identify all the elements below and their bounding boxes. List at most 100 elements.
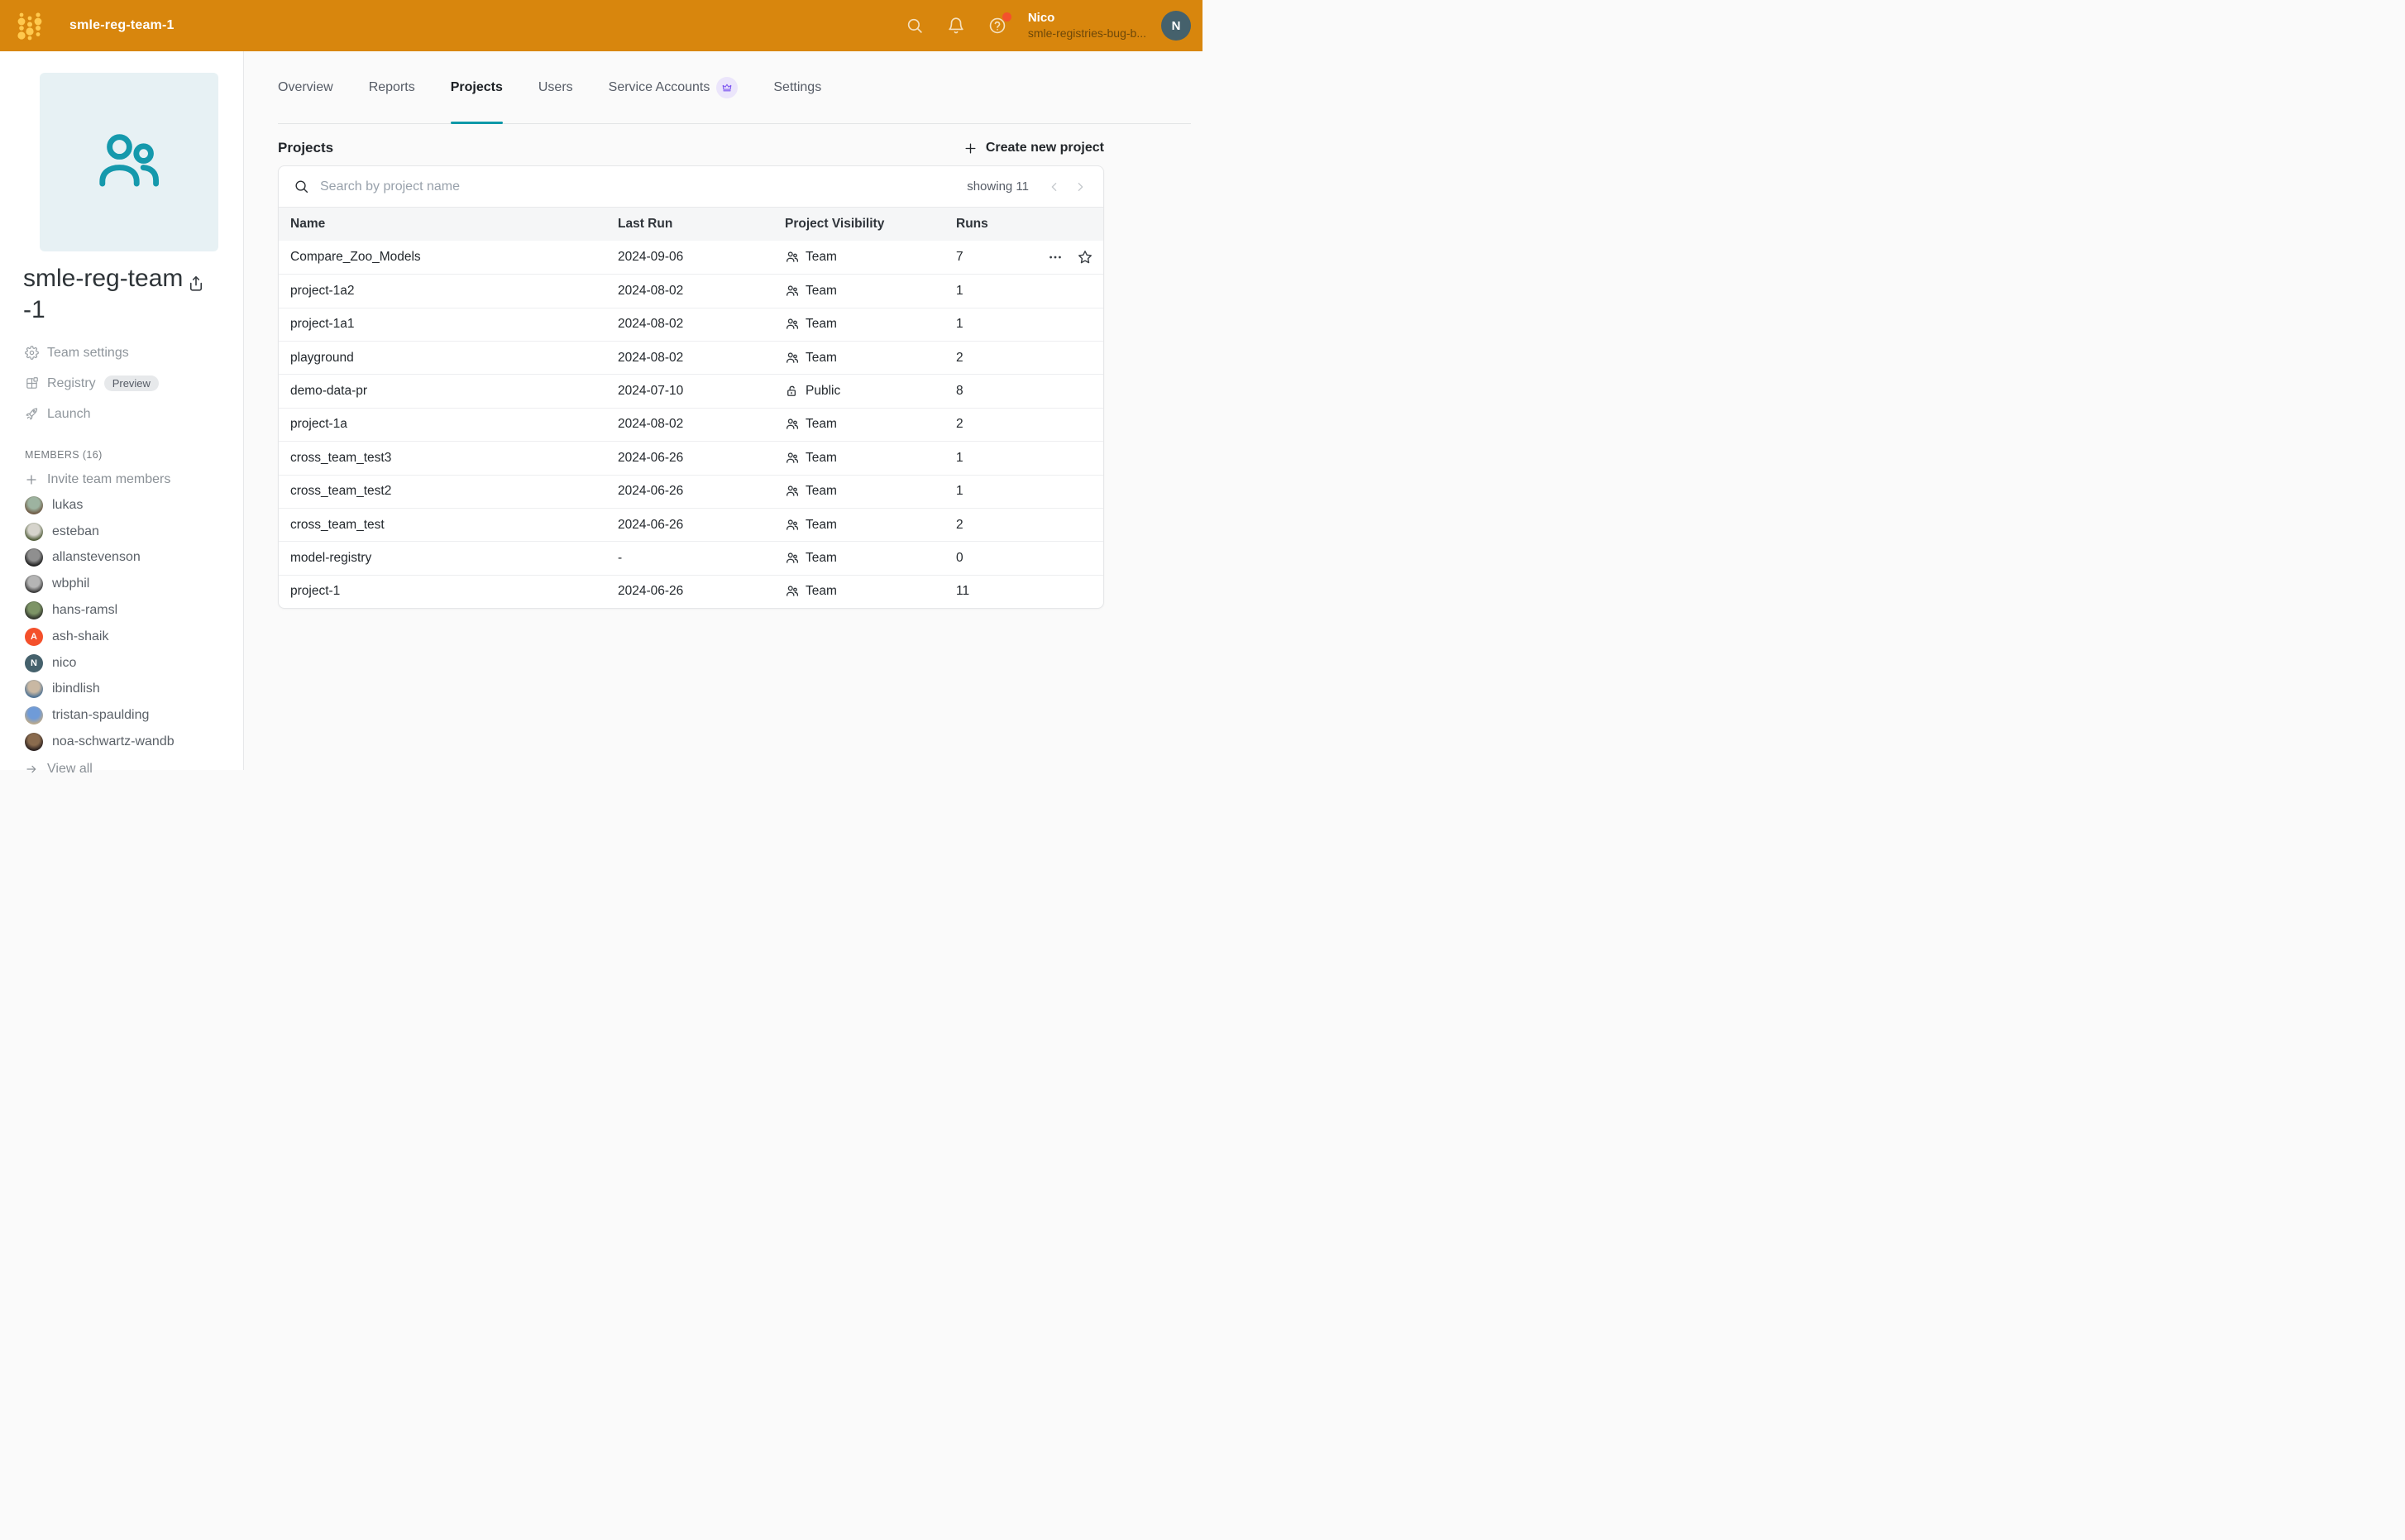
registry-icon [25, 376, 39, 390]
team-visibility-icon [785, 284, 800, 299]
member-list-item[interactable]: hans-ramsl [0, 597, 243, 624]
table-row[interactable]: project-1a 2024-08-02 Team 2 [279, 408, 1103, 441]
next-page-button[interactable] [1070, 177, 1090, 197]
table-row[interactable]: project-1a2 2024-08-02 Team 1 [279, 274, 1103, 307]
search-icon[interactable] [906, 17, 924, 35]
star-icon[interactable] [1077, 249, 1093, 265]
public-visibility-icon [785, 384, 800, 399]
project-name-link[interactable]: playground [279, 351, 618, 366]
project-runs-count: 1 [956, 317, 1047, 332]
team-name: smle-reg-team -1 [23, 263, 220, 326]
notification-dot [1002, 12, 1011, 22]
team-visibility-icon [785, 484, 800, 499]
member-avatar [25, 523, 43, 541]
member-list-item[interactable]: esteban [0, 519, 243, 545]
sidebar-item-team-settings[interactable]: Team settings [0, 337, 243, 368]
team-visibility-icon [785, 317, 800, 332]
member-avatar [25, 548, 43, 567]
sidebar-item-registry[interactable]: Registry Preview [0, 368, 243, 399]
project-name-link[interactable]: project-1a [279, 417, 618, 432]
members-section-label: MEMBERS (16) [25, 449, 243, 462]
table-row[interactable]: playground 2024-08-02 Team 2 [279, 341, 1103, 374]
member-list-item[interactable]: lukas [0, 492, 243, 519]
table-header: Name Last Run Project Visibility Runs [279, 208, 1103, 241]
projects-heading: Projects [278, 140, 333, 156]
tab-overview[interactable]: Overview [278, 51, 333, 123]
project-name-link[interactable]: cross_team_test [279, 518, 618, 533]
project-last-run: 2024-08-02 [618, 284, 785, 299]
project-name-link[interactable]: model-registry [279, 551, 618, 566]
project-name-link[interactable]: Compare_Zoo_Models [279, 250, 618, 265]
team-sidebar: smle-reg-team -1 Team settings Registry … [0, 51, 244, 770]
project-runs-count: 1 [956, 451, 1047, 466]
column-header-runs: Runs [956, 217, 1047, 232]
project-runs-count: 8 [956, 384, 1047, 399]
project-visibility: Team [785, 584, 956, 599]
project-last-run: - [618, 551, 785, 566]
member-list-item[interactable]: tristan-spaulding [0, 702, 243, 729]
team-visibility-icon [785, 584, 800, 599]
tab-settings[interactable]: Settings [773, 51, 821, 123]
member-list-item[interactable]: A ash-shaik [0, 624, 243, 650]
tab-reports[interactable]: Reports [369, 51, 415, 123]
create-new-project-button[interactable]: Create new project [963, 141, 1104, 155]
plus-icon [25, 473, 38, 486]
project-visibility: Team [785, 417, 956, 432]
project-runs-count: 1 [956, 484, 1047, 499]
project-visibility: Public [785, 384, 956, 399]
member-list-item[interactable]: N nico [0, 650, 243, 677]
table-row[interactable]: project-1 2024-06-26 Team 11 [279, 575, 1103, 608]
member-list-item[interactable]: wbphil [0, 571, 243, 597]
tab-projects[interactable]: Projects [451, 51, 503, 123]
member-avatar: N [25, 654, 43, 672]
table-row[interactable]: demo-data-pr 2024-07-10 Public 8 [279, 374, 1103, 407]
sidebar-menu: Team settings Registry Preview Launch [0, 337, 243, 429]
user-org: smle-registries-bug-b... [1028, 26, 1146, 41]
notifications-bell-icon[interactable] [947, 17, 965, 35]
tab-users[interactable]: Users [538, 51, 573, 123]
project-name-link[interactable]: project-1 [279, 584, 618, 599]
project-visibility: Team [785, 250, 956, 265]
member-avatar [25, 601, 43, 619]
project-name-link[interactable]: project-1a1 [279, 317, 618, 332]
wandb-logo-icon[interactable] [10, 6, 50, 45]
column-header-visibility: Project Visibility [785, 217, 956, 232]
view-all-members-link[interactable]: View all [0, 758, 243, 780]
rocket-icon [25, 407, 39, 421]
members-list: lukas esteban allanstevenson wbphil hans… [0, 492, 243, 755]
table-body: Compare_Zoo_Models 2024-09-06 Team 7 pro… [279, 241, 1103, 608]
member-list-item[interactable]: ibindlish [0, 677, 243, 703]
tab-service-accounts[interactable]: Service Accounts [609, 51, 739, 123]
project-visibility: Team [785, 518, 956, 533]
project-runs-count: 7 [956, 250, 1047, 265]
project-name-link[interactable]: cross_team_test3 [279, 451, 618, 466]
previous-page-button[interactable] [1045, 177, 1064, 197]
table-row[interactable]: project-1a1 2024-08-02 Team 1 [279, 308, 1103, 341]
project-name-link[interactable]: project-1a2 [279, 284, 618, 299]
share-icon[interactable] [187, 275, 205, 293]
table-row[interactable]: cross_team_test2 2024-06-26 Team 1 [279, 475, 1103, 508]
project-last-run: 2024-06-26 [618, 484, 785, 499]
team-visibility-icon [785, 451, 800, 466]
project-runs-count: 1 [956, 284, 1047, 299]
row-overflow-menu-icon[interactable] [1047, 249, 1064, 265]
project-name-link[interactable]: demo-data-pr [279, 384, 618, 399]
member-list-item[interactable]: allanstevenson [0, 545, 243, 572]
team-visibility-icon [785, 250, 800, 265]
table-row[interactable]: cross_team_test3 2024-06-26 Team 1 [279, 441, 1103, 474]
project-runs-count: 2 [956, 518, 1047, 533]
help-icon[interactable] [988, 17, 1006, 35]
user-avatar[interactable]: N [1161, 11, 1191, 41]
invite-team-members-button[interactable]: Invite team members [0, 467, 243, 492]
sidebar-item-launch[interactable]: Launch [0, 399, 243, 429]
user-menu[interactable]: Nico smle-registries-bug-b... [1028, 11, 1146, 41]
project-search-input[interactable] [320, 179, 967, 194]
table-row[interactable]: Compare_Zoo_Models 2024-09-06 Team 7 [279, 241, 1103, 274]
table-row[interactable]: cross_team_test 2024-06-26 Team 2 [279, 508, 1103, 541]
team-visibility-icon [785, 417, 800, 432]
project-name-link[interactable]: cross_team_test2 [279, 484, 618, 499]
column-header-name: Name [279, 217, 618, 232]
member-list-item[interactable]: noa-schwartz-wandb [0, 729, 243, 755]
project-runs-count: 2 [956, 351, 1047, 366]
table-row[interactable]: model-registry - Team 0 [279, 541, 1103, 574]
